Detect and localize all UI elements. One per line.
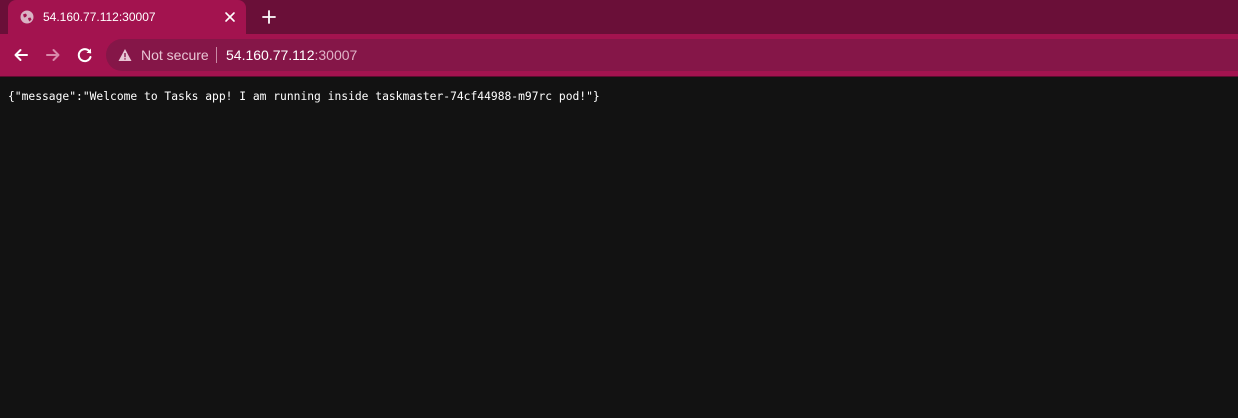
- plus-icon[interactable]: [260, 8, 278, 26]
- arrow-right-icon[interactable]: [43, 45, 63, 65]
- url-port: :30007: [314, 47, 358, 63]
- address-bar[interactable]: Not secure 54.160.77.112:30007: [106, 39, 1238, 71]
- tab-strip: 54.160.77.112:30007: [0, 0, 1238, 34]
- url-host: 54.160.77.112: [226, 47, 315, 63]
- url-text[interactable]: 54.160.77.112:30007: [226, 47, 357, 63]
- not-secure-label[interactable]: Not secure: [141, 47, 209, 63]
- browser-toolbar: Not secure 54.160.77.112:30007: [0, 34, 1238, 76]
- tab-title: 54.160.77.112:30007: [43, 10, 156, 24]
- warning-icon[interactable]: [118, 48, 132, 62]
- arrow-left-icon[interactable]: [11, 45, 31, 65]
- globe-icon: [20, 10, 34, 24]
- browser-tab[interactable]: 54.160.77.112:30007: [8, 0, 246, 34]
- omnibox-separator: [216, 47, 217, 63]
- close-icon[interactable]: [222, 9, 238, 25]
- reload-icon[interactable]: [75, 45, 95, 65]
- page-content: {"message":"Welcome to Tasks app! I am r…: [0, 77, 1238, 418]
- json-response: {"message":"Welcome to Tasks app! I am r…: [8, 90, 600, 103]
